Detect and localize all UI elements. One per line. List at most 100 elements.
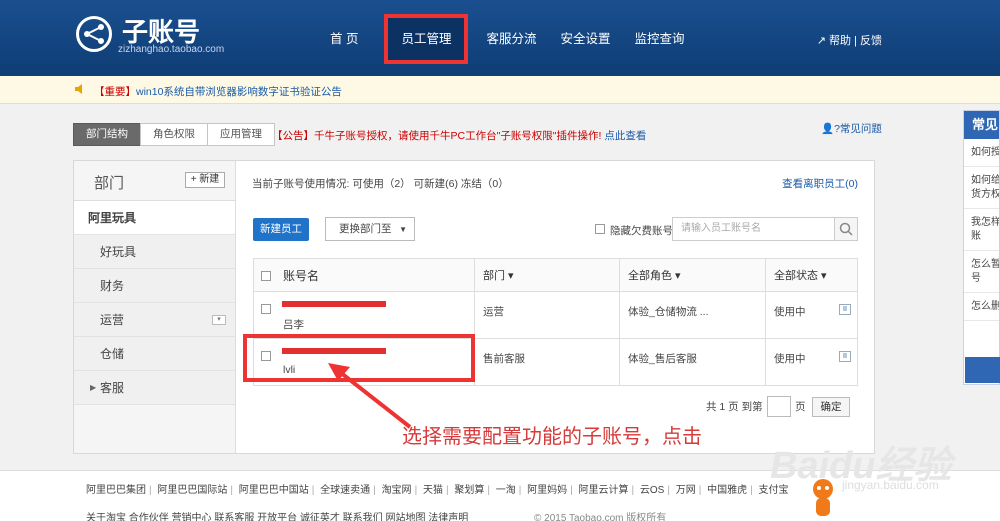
faq-panel-button[interactable] <box>965 357 1000 383</box>
footer-link[interactable]: 合作伙伴 <box>129 513 169 521</box>
pager-page-label: 页 <box>795 401 806 413</box>
header-department-filter[interactable]: 部门 ▾ <box>474 259 619 291</box>
search-button[interactable] <box>834 217 858 241</box>
footer-link[interactable]: 联系我们 <box>343 513 383 521</box>
row-checkbox[interactable] <box>261 304 271 314</box>
faq-question[interactable]: 如何授号? <box>964 139 999 167</box>
header-role-filter[interactable]: 全部角色 ▾ <box>619 259 765 291</box>
sidebar-item-good-toys[interactable]: 好玩具 <box>74 235 235 269</box>
tab-role-permissions[interactable]: 角色权限 <box>140 123 208 146</box>
usage-available: 可使用（2） <box>352 178 411 190</box>
footer-site-links: 关于淘宝 合作伙伴 营销中心 联系客服 开放平台 诚征英才 联系我们 网站地图 … <box>86 509 468 521</box>
faq-question[interactable]: 我怎样的子账 <box>964 209 999 251</box>
status-cell: 使用中 II <box>765 292 858 338</box>
footer-link[interactable]: 联系客服 <box>214 513 254 521</box>
new-department-button[interactable]: + 新建 <box>185 172 225 188</box>
usage-frozen: 冻结（0） <box>460 178 509 190</box>
resigned-staff-link[interactable]: 查看离职员工(0) <box>782 176 858 191</box>
sidebar-item-operations[interactable]: 运营 ▾ <box>74 303 235 337</box>
nav-home[interactable]: 首 页 <box>318 0 370 76</box>
table-header-row: 账号名 部门 ▾ 全部角色 ▾ 全部状态 ▾ <box>254 259 857 291</box>
pager-label: 共 1 页 到第 <box>706 401 763 413</box>
faq-question[interactable]: 怎么暂子账号 <box>964 251 999 293</box>
sidebar-item-finance[interactable]: 财务 <box>74 269 235 303</box>
sidebar-item-label: 运营 <box>100 313 125 327</box>
nav-customer-service-routing[interactable]: 客服分流 <box>474 0 548 76</box>
faq-link[interactable]: 👤?常见问题 <box>821 121 882 136</box>
footer-link[interactable]: 网站地图 <box>385 513 425 521</box>
hide-overdue-checkbox[interactable] <box>595 224 605 234</box>
page-number-input[interactable] <box>767 396 791 417</box>
logo[interactable]: 子账号 zizhanghao.taobao.com <box>76 16 224 55</box>
tab-department-structure[interactable]: 部门结构 <box>73 123 141 146</box>
watermark-url: jingyan.baidu.com <box>842 478 939 492</box>
sidebar-item-warehouse[interactable]: 仓储 <box>74 337 235 371</box>
hide-overdue-label: 隐藏欠费账号 <box>610 225 673 237</box>
footer-link[interactable]: 阿里妈妈 <box>527 485 567 496</box>
sidebar-item-menu-icon[interactable]: ▾ <box>212 315 226 325</box>
mascot-icon <box>813 479 833 516</box>
nav-security-settings[interactable]: 安全设置 <box>549 0 623 76</box>
header-role-label: 全部角色 ▾ <box>628 270 681 282</box>
footer-link[interactable]: 营销中心 <box>172 513 212 521</box>
department-cell: 运营 <box>474 292 619 338</box>
redacted-account-name <box>282 301 386 307</box>
change-department-dropdown[interactable]: 更换部门至 ▼ <box>325 217 415 241</box>
footer-link[interactable]: 阿里巴巴中国站 <box>239 485 309 496</box>
speaker-icon <box>75 84 82 94</box>
announcement-link[interactable]: 点此查看 <box>604 130 646 142</box>
logo-subtitle: zizhanghao.taobao.com <box>118 44 225 55</box>
faq-link-label: 常见问题 <box>839 123 882 135</box>
top-header: 子账号 zizhanghao.taobao.com 首 页 员工管理 客服分流 … <box>0 0 1000 76</box>
table-row[interactable]: 吕李 运营 体验_仓储物流 ... 使用中 II <box>254 291 857 338</box>
footer-link[interactable]: 云OS <box>640 485 664 496</box>
pause-icon[interactable]: II <box>839 351 851 362</box>
status-value: 使用中 <box>774 353 806 365</box>
notice-text: win10系统自带浏览器影响数字证书验证公告 <box>136 86 342 98</box>
usage-new: 可新建(6) <box>413 178 458 190</box>
tab-app-management[interactable]: 应用管理 <box>207 123 275 146</box>
pause-icon[interactable]: II <box>839 304 851 315</box>
footer-link[interactable]: 天猫 <box>423 485 443 496</box>
footer-link[interactable]: 万网 <box>676 485 696 496</box>
footer-link[interactable]: 阿里云计算 <box>579 485 629 496</box>
footer-link[interactable]: 全球速卖通 <box>320 485 370 496</box>
footer-link[interactable]: 一淘 <box>496 485 516 496</box>
search-icon <box>839 222 853 236</box>
expand-arrow-icon[interactable]: ▶ <box>90 383 96 393</box>
footer-link[interactable]: 聚划算 <box>454 485 484 496</box>
notice-link[interactable]: 【重要】win10系统自带浏览器影响数字证书验证公告 <box>94 84 342 99</box>
footer-link[interactable]: 开放平台 <box>257 513 297 521</box>
sidebar-item-root[interactable]: 阿里玩具 <box>74 201 235 235</box>
annotation-callout-text: 选择需要配置功能的子账号，点击 <box>402 426 702 448</box>
sidebar-item-customer-service[interactable]: ▶ 客服 <box>74 371 235 405</box>
faq-question[interactable]: 如何给如发货方权限 <box>964 167 999 209</box>
department-sidebar: 部门 + 新建 阿里玩具 好玩具 财务 运营 ▾ 仓储 ▶ 客服 <box>74 161 236 453</box>
staff-search-input[interactable]: 请输入员工账号名 <box>672 217 858 241</box>
header-status-label: 全部状态 ▾ <box>774 270 827 282</box>
main-nav: 首 页 员工管理 客服分流 安全设置 监控查询 <box>318 0 697 76</box>
department-value: 售前客服 <box>483 353 525 365</box>
help-feedback-links[interactable]: ↗ 帮助 | 反馈 <box>817 32 882 48</box>
footer-link[interactable]: 法律声明 <box>428 513 468 521</box>
footer-link[interactable]: 诚征英才 <box>300 513 340 521</box>
new-staff-button[interactable]: 新建员工 <box>253 218 309 241</box>
footer-link[interactable]: 淘宝网 <box>382 485 412 496</box>
nav-monitoring[interactable]: 监控查询 <box>623 0 697 76</box>
row-checkbox-cell <box>254 292 272 338</box>
notice-bar: 【重要】win10系统自带浏览器影响数字证书验证公告 <box>0 76 1000 104</box>
footer-link[interactable]: 阿里巴巴集团 <box>86 485 146 496</box>
footer-link[interactable]: 中国雅虎 <box>707 485 747 496</box>
status-cell: 使用中 II <box>765 339 858 385</box>
help-feedback-label: 帮助 | 反馈 <box>829 35 882 47</box>
footer-link[interactable]: 阿里巴巴国际站 <box>157 485 227 496</box>
nav-staff-management[interactable]: 员工管理 <box>384 14 469 64</box>
role-cell: 体验_售后客服 <box>619 339 765 385</box>
header-status-filter[interactable]: 全部状态 ▾ <box>765 259 858 291</box>
header-checkbox-cell <box>254 259 272 291</box>
faq-question[interactable]: 怎么删 <box>964 293 999 321</box>
footer-link[interactable]: 关于淘宝 <box>86 513 126 521</box>
pager-confirm-button[interactable]: 确定 <box>812 397 850 417</box>
select-all-checkbox[interactable] <box>261 271 271 281</box>
section-tabs: 部门结构 角色权限 应用管理 <box>73 123 275 146</box>
